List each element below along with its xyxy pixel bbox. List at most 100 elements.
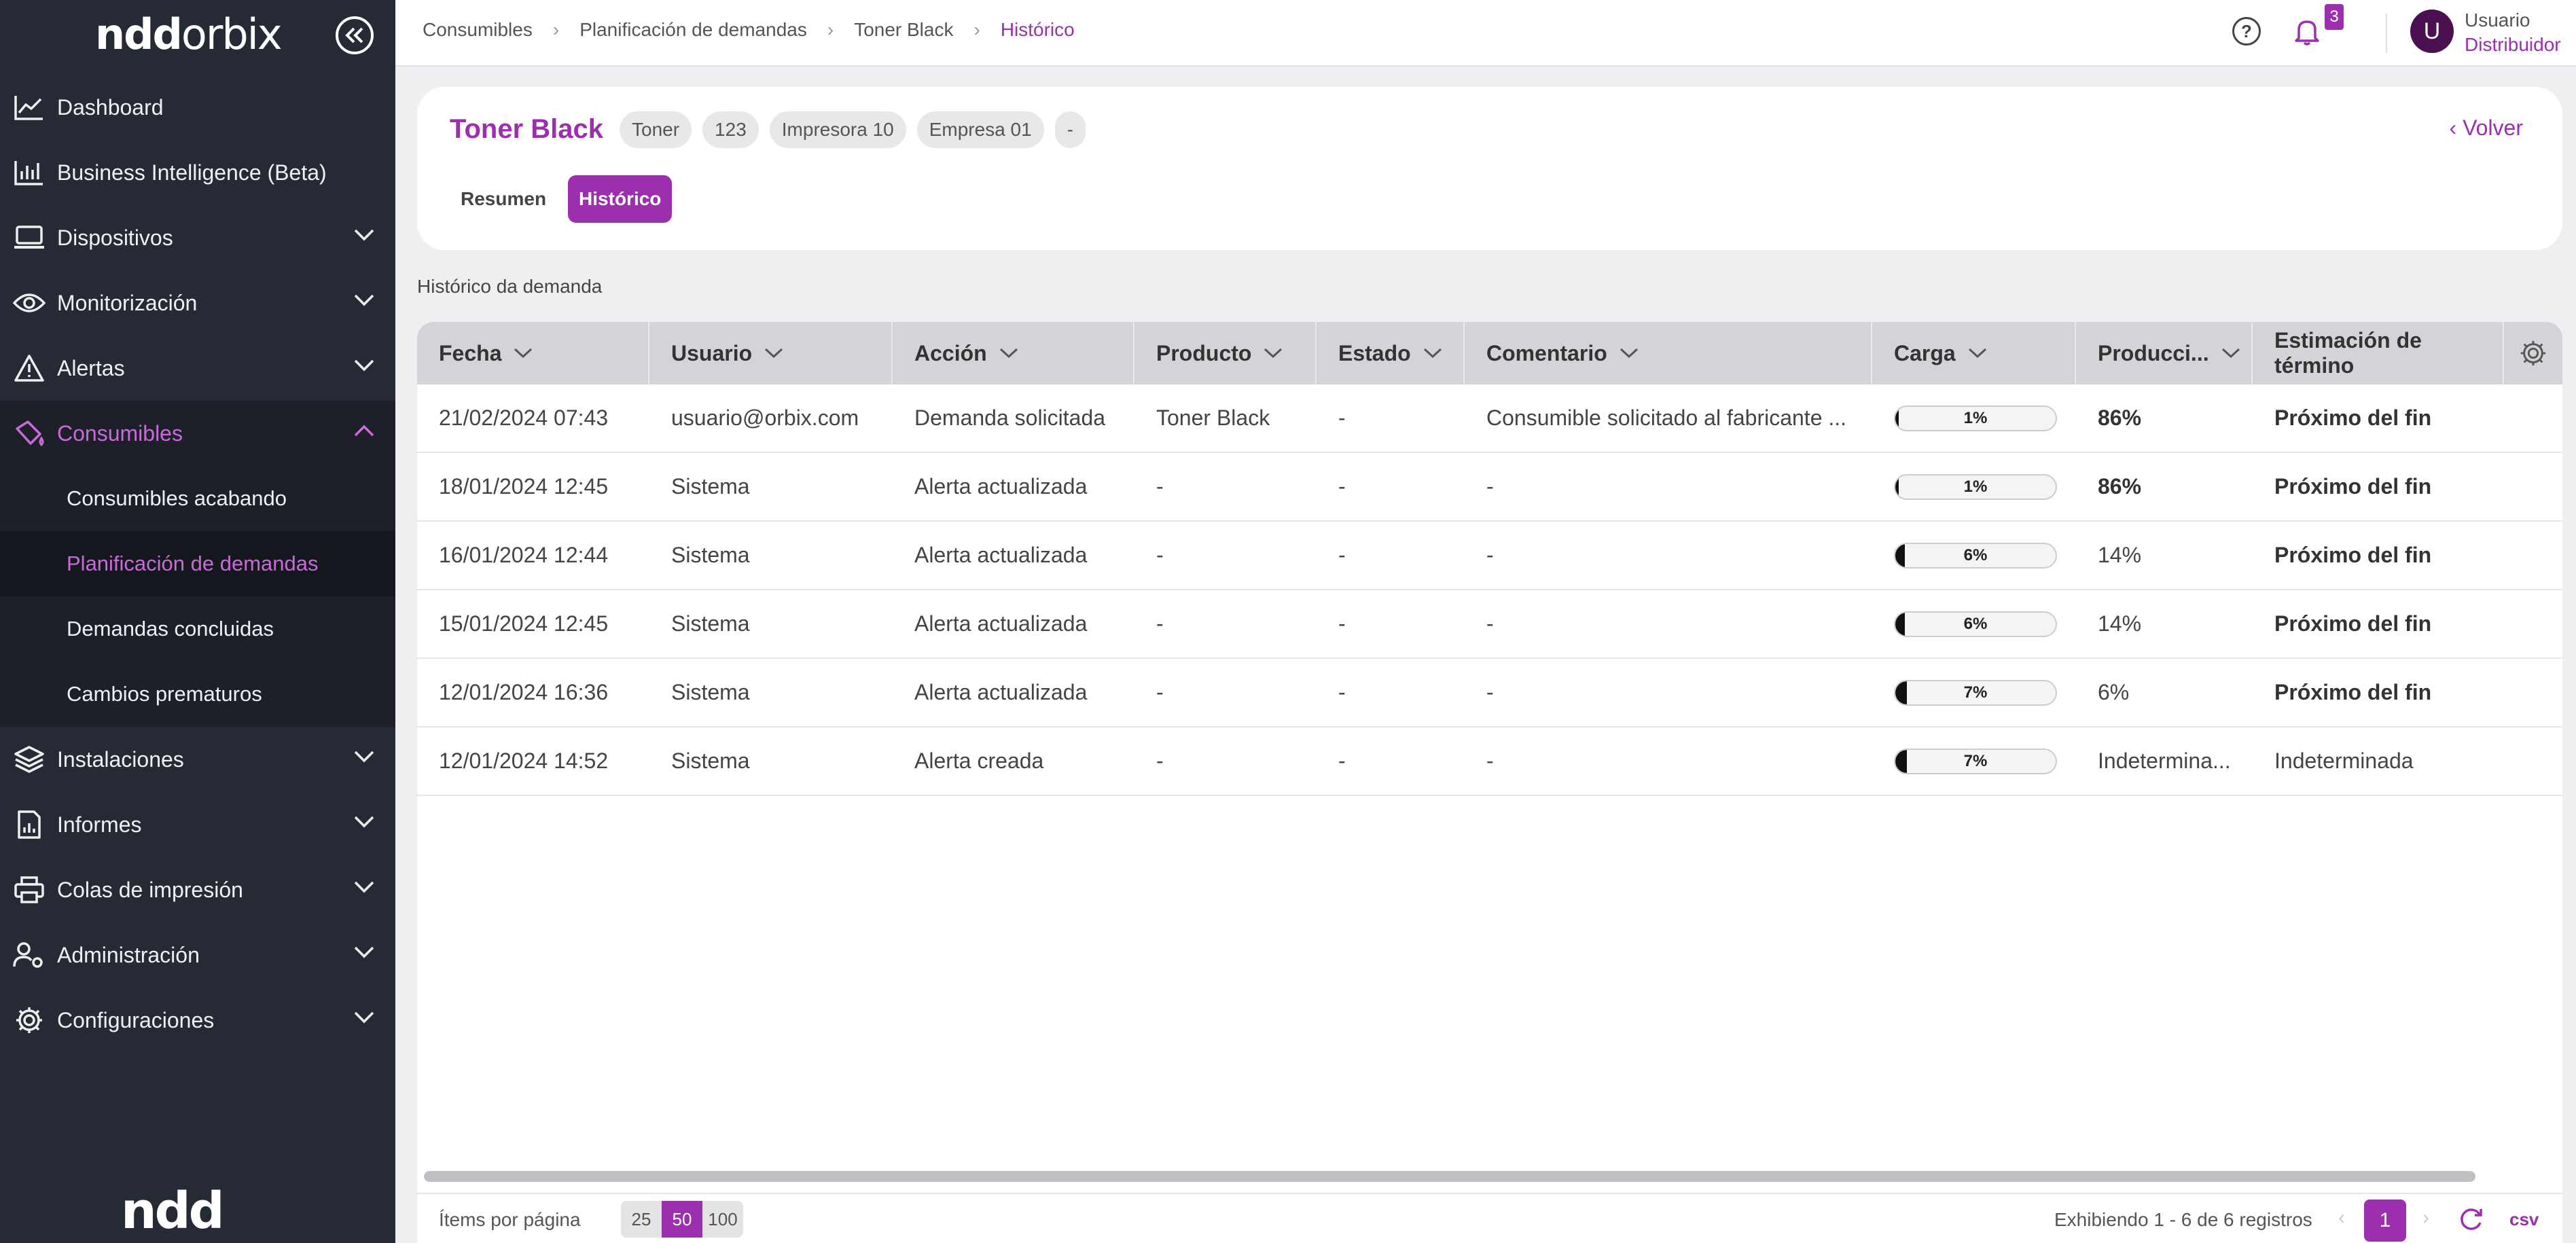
chevron-down-icon	[354, 946, 374, 958]
sidebar-item-configuraciones[interactable]: Configuraciones	[0, 988, 395, 1053]
table-row[interactable]: 16/01/2024 12:44 Sistema Alerta actualizad…	[417, 522, 2562, 590]
notification-count-badge: 3	[2325, 4, 2344, 30]
column-header-label: Carga	[1894, 340, 1956, 365]
cell-fecha: 12/01/2024 16:36	[439, 680, 609, 704]
sidebar-item-instalaciones[interactable]: Instalaciones	[0, 727, 395, 792]
sidebar-item-label: Configuraciones	[57, 1007, 215, 1032]
cell-estimacion: Próximo del fin	[2274, 406, 2432, 430]
sidebar-subitem-cambios-prematuros[interactable]: Cambios prematuros	[0, 662, 395, 727]
sidebar-subitem-demandas-concluidas[interactable]: Demandas concluidas	[0, 596, 395, 662]
bell-icon[interactable]	[2292, 16, 2322, 46]
sidebar-item-dashboard[interactable]: Dashboard	[0, 75, 395, 140]
column-header-usuario[interactable]: Usuario	[649, 322, 893, 384]
page-size-option-100[interactable]: 100	[702, 1201, 743, 1238]
back-link[interactable]: ‹ Volver	[2450, 115, 2523, 141]
carga-progress-label: 1%	[1963, 408, 1988, 427]
chip-extra: -	[1054, 111, 1086, 148]
chevron-down-icon	[354, 294, 374, 306]
column-settings-button[interactable]	[2504, 322, 2562, 384]
table-row[interactable]: 12/01/2024 16:36 Sistema Alerta actualizad…	[417, 659, 2562, 727]
ink-drop-icon	[11, 417, 48, 450]
breadcrumb-item-toner-black[interactable]: Toner Black	[854, 19, 953, 41]
sidebar-item-business-intelligence[interactable]: Business Intelligence (Beta)	[0, 140, 395, 205]
cell-comentario: -	[1486, 680, 1494, 704]
sidebar-item-label: Administración	[57, 942, 200, 967]
sidebar-item-colas-de-impresion[interactable]: Colas de impresión	[0, 857, 395, 922]
breadcrumb: Consumibles › Planificación de demandas …	[423, 19, 1075, 41]
chevron-right-icon: ›	[973, 19, 980, 40]
carga-progress-label: 6%	[1963, 545, 1988, 564]
sidebar-item-informes[interactable]: Informes	[0, 792, 395, 857]
refresh-icon[interactable]	[2456, 1205, 2485, 1233]
tab-resumen[interactable]: Resumen	[450, 175, 557, 223]
cell-produccion: 14%	[2098, 611, 2142, 636]
cell-carga: 1%	[1872, 453, 2076, 520]
consumable-header-card: Toner Black Toner 123 Impresora 10 Empre…	[417, 87, 2562, 250]
page-size-option-25[interactable]: 25	[621, 1201, 662, 1238]
carga-progress-bar: 7%	[1894, 748, 2057, 774]
column-header-estado[interactable]: Estado	[1317, 322, 1465, 384]
column-header-carga[interactable]: Carga	[1872, 322, 2076, 384]
column-header-label: Comentario	[1486, 340, 1607, 365]
avatar[interactable]: U	[2410, 10, 2454, 53]
user-info[interactable]: Usuario Distribuidor	[2465, 8, 2561, 57]
sidebar-item-dispositivos[interactable]: Dispositivos	[0, 205, 395, 270]
table-row[interactable]: 12/01/2024 14:52 Sistema Alerta creada - - - 7…	[417, 727, 2562, 796]
cell-estimacion: Próximo del fin	[2274, 611, 2432, 636]
chevron-down-icon	[354, 359, 374, 372]
sidebar-subitem-planificacion-de-demandas[interactable]: Planificación de demandas	[0, 531, 395, 596]
sidebar-item-administracion[interactable]: Administración	[0, 922, 395, 988]
column-header-produccion[interactable]: Producci...	[2076, 322, 2253, 384]
sidebar-item-consumibles[interactable]: Consumibles	[0, 401, 395, 466]
chevron-down-icon	[1968, 348, 1986, 359]
column-header-producto[interactable]: Producto	[1134, 322, 1317, 384]
breadcrumb-item-planificacion[interactable]: Planificación de demandas	[579, 19, 807, 41]
user-name: Usuario	[2465, 10, 2530, 31]
logo-orbix: orbix	[181, 10, 283, 59]
help-icon[interactable]: ?	[2232, 17, 2261, 46]
chevron-left-icon: ‹	[2449, 115, 2463, 140]
column-header-comentario[interactable]: Comentario	[1465, 322, 1872, 384]
tab-historico[interactable]: Histórico	[568, 175, 673, 223]
info-chips: Toner 123 Impresora 10 Empresa 01 -	[620, 111, 1086, 148]
page-size-option-50[interactable]: 50	[662, 1201, 702, 1238]
logo-ndd: ndd	[95, 10, 183, 59]
chevron-down-icon	[1423, 348, 1442, 359]
column-header-label: Usuario	[671, 340, 753, 365]
collapse-sidebar-button[interactable]	[336, 16, 374, 54]
column-header-fecha[interactable]: Fecha	[417, 322, 649, 384]
chevron-left-icon[interactable]: ‹	[2338, 1206, 2345, 1229]
app-logo[interactable]: nddorbix	[95, 10, 283, 59]
cell-producto: -	[1156, 543, 1164, 567]
chip-type: Toner	[620, 111, 692, 148]
carga-progress-bar: 7%	[1894, 679, 2057, 706]
column-header-accion[interactable]: Acción	[893, 322, 1134, 384]
cell-carga: 6%	[1872, 522, 2076, 589]
carga-progress-label: 7%	[1963, 683, 1988, 702]
chevron-down-icon	[514, 348, 533, 359]
table-row[interactable]: 15/01/2024 12:45 Sistema Alerta actualizad…	[417, 590, 2562, 659]
page-size-selector: 25 50 100	[621, 1201, 743, 1238]
cell-produccion: 86%	[2098, 474, 2142, 499]
sidebar-item-alertas[interactable]: Alertas	[0, 336, 395, 401]
cell-usuario: usuario@orbix.com	[671, 406, 859, 430]
table-row[interactable]: 21/02/2024 07:43 usuario@orbix.com Demanda…	[417, 384, 2562, 453]
page-button-current[interactable]: 1	[2364, 1200, 2406, 1242]
sidebar-item-monitorizacion[interactable]: Monitorización	[0, 270, 395, 336]
records-count: Exhibiendo 1 - 6 de 6 registros	[2054, 1209, 2312, 1230]
sidebar-subitem-consumibles-acabando[interactable]: Consumibles acabando	[0, 466, 395, 531]
breadcrumb-item-consumibles[interactable]: Consumibles	[423, 19, 533, 41]
carga-progress-bar: 6%	[1894, 542, 2057, 569]
carga-progress-label: 1%	[1963, 477, 1988, 496]
table-row[interactable]: 18/01/2024 12:45 Sistema Alerta actualizad…	[417, 453, 2562, 522]
horizontal-scrollbar[interactable]	[424, 1171, 2475, 1182]
cell-comentario: -	[1486, 543, 1494, 567]
sidebar-item-label: Informes	[57, 812, 142, 837]
export-csv-button[interactable]: csv	[2509, 1209, 2539, 1230]
chevron-right-icon[interactable]: ›	[2422, 1206, 2429, 1229]
column-header-label: Fecha	[439, 340, 502, 365]
printer-icon	[11, 873, 48, 906]
divider	[2386, 14, 2387, 53]
cell-estado: -	[1338, 474, 1346, 499]
column-header-estimacion[interactable]: Estimación de término	[2253, 322, 2504, 384]
